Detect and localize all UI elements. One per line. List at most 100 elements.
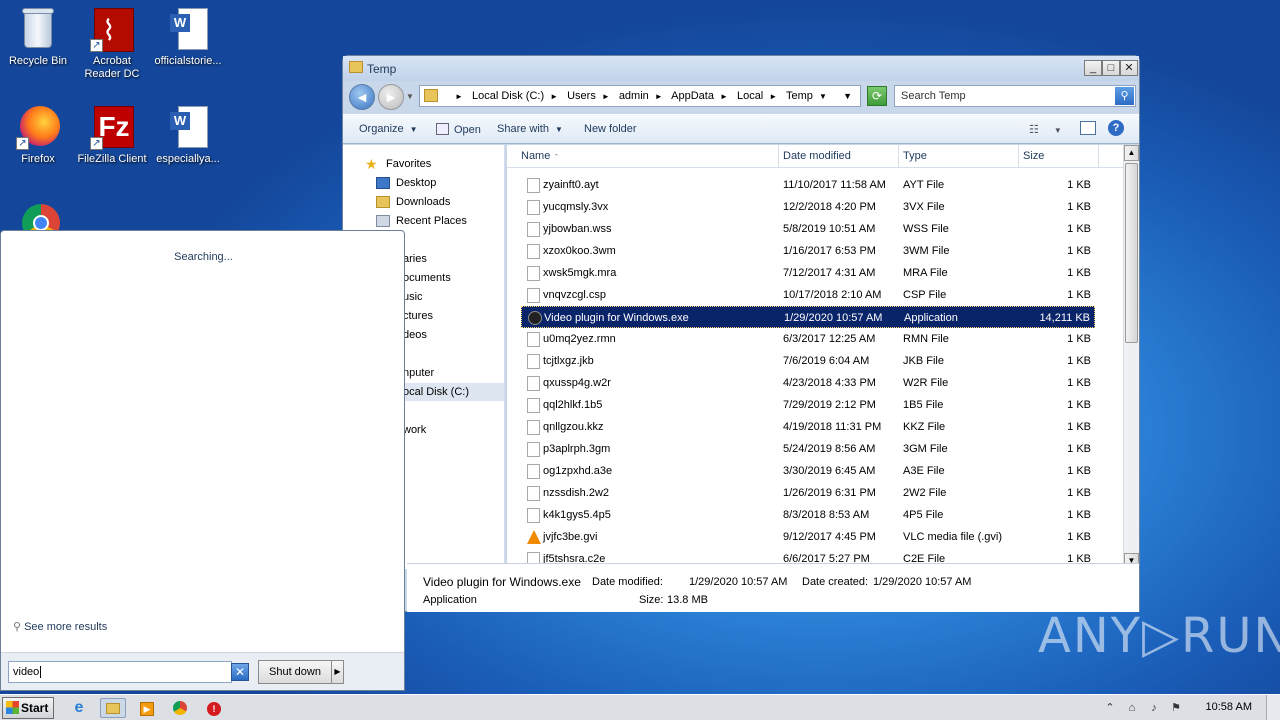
desktop-icon-label: officialstorie... <box>154 55 222 67</box>
see-more-results-link[interactable]: ⚲ See more results <box>13 620 107 633</box>
file-row[interactable]: Video plugin for Windows.exe 1/29/2020 10… <box>521 306 1095 328</box>
organize-button[interactable]: Organize ▼ <box>359 123 418 135</box>
file-row[interactable]: xwsk5mgk.mra 7/12/2017 4:31 AM MRA File 1 K… <box>521 262 1095 284</box>
action-center-flag-icon[interactable]: ⚑ <box>1168 700 1184 716</box>
back-button[interactable]: ◄ <box>349 84 375 110</box>
column-header-type[interactable]: Type <box>899 145 1019 168</box>
file-icon <box>527 222 540 237</box>
file-row[interactable]: vnqvzcgl.csp 10/17/2018 2:10 AM CSP File 1 … <box>521 284 1095 306</box>
help-icon[interactable]: ? <box>1108 120 1124 136</box>
minimize-button[interactable]: _ <box>1084 60 1102 76</box>
nav-recent-places[interactable]: Recent Places <box>343 212 504 230</box>
title-bar[interactable]: Temp _ □ ✕ <box>343 56 1139 81</box>
column-header-name[interactable]: Name ⌃ <box>507 145 779 168</box>
file-row[interactable]: jvjfc3be.gvi 9/12/2017 4:45 PM VLC media f… <box>521 526 1095 548</box>
file-icon <box>527 178 540 193</box>
breadcrumb-local[interactable]: Local <box>737 90 763 102</box>
desktop-icon-word-doc-2[interactable]: W especiallya... <box>150 104 226 166</box>
scroll-thumb[interactable] <box>1125 163 1138 343</box>
nav-desktop[interactable]: Desktop <box>343 174 504 192</box>
search-icon[interactable]: ⚲ <box>1115 87 1134 105</box>
speaker-icon[interactable]: ♪ <box>1146 700 1162 716</box>
file-row[interactable]: xzox0koo.3wm 1/16/2017 6:53 PM 3WM File 1 K… <box>521 240 1095 262</box>
file-date: 1/16/2017 6:53 PM <box>783 245 876 257</box>
clock[interactable]: 10:58 AM <box>1206 701 1252 713</box>
preview-pane-icon[interactable] <box>1080 121 1096 135</box>
breadcrumb-temp[interactable]: Temp <box>786 90 813 102</box>
file-size: 1 KB <box>1067 245 1091 257</box>
file-row[interactable]: yucqmsly.3vx 12/2/2018 4:20 PM 3VX File 1 K… <box>521 196 1095 218</box>
column-header-date[interactable]: Date modified <box>779 145 899 168</box>
file-name: qql2hlkf.1b5 <box>543 399 603 411</box>
forward-button[interactable]: ► <box>378 84 404 110</box>
desktop-icon-filezilla[interactable]: Fz ↗ FileZilla Client <box>74 104 150 166</box>
shutdown-options-button[interactable]: ▶ <box>331 660 344 684</box>
refresh-button[interactable]: ⟳ <box>867 86 887 106</box>
details-date-modified: 1/29/2020 10:57 AM <box>689 576 788 588</box>
file-size: 1 KB <box>1067 333 1091 345</box>
show-desktop-button[interactable] <box>1266 695 1280 720</box>
media-player-icon[interactable]: ▶ <box>134 698 160 718</box>
shutdown-button[interactable]: Shut down <box>258 660 332 684</box>
column-header-size[interactable]: Size <box>1019 145 1099 168</box>
recent-pages-dropdown[interactable]: ▼ <box>406 92 414 101</box>
file-type: CSP File <box>903 289 947 301</box>
details-size: 13.8 MB <box>667 594 708 606</box>
file-row[interactable]: nzssdish.2w2 1/26/2019 6:31 PM 2W2 File 1 K… <box>521 482 1095 504</box>
file-name: qxussp4g.w2r <box>543 377 611 389</box>
view-options-icon[interactable]: ☷ ▼ <box>1029 123 1062 136</box>
internet-explorer-icon[interactable]: e <box>66 698 92 718</box>
nav-favorites[interactable]: ★ Favorites <box>343 155 504 173</box>
file-size: 14,211 KB <box>1039 312 1090 324</box>
word-document-icon: W <box>166 104 210 150</box>
desktop-icon-firefox[interactable]: ↗ Firefox <box>0 104 76 166</box>
start-button[interactable]: Start <box>2 697 54 719</box>
open-button[interactable]: Open <box>436 123 481 136</box>
file-row[interactable]: u0mq2yez.rmn 6/3/2017 12:25 AM RMN File 1 K… <box>521 328 1095 350</box>
new-folder-button[interactable]: New folder <box>584 123 637 135</box>
file-row[interactable]: zyainft0.ayt 11/10/2017 11:58 AM AYT File 1… <box>521 174 1095 196</box>
file-size: 1 KB <box>1067 201 1091 213</box>
address-bar[interactable]: ► Local Disk (C:) ► Users ► admin ► AppData… <box>419 85 861 107</box>
desktop-icon-recycle-bin[interactable]: Recycle Bin <box>0 6 76 68</box>
show-hidden-icons-button[interactable]: ⌃ <box>1102 700 1118 716</box>
vertical-scrollbar[interactable]: ▲ ▼ <box>1123 145 1139 569</box>
close-button[interactable]: ✕ <box>1120 60 1138 76</box>
file-date: 9/12/2017 4:45 PM <box>783 531 876 543</box>
file-row[interactable]: k4k1gys5.4p5 8/3/2018 8:53 AM 4P5 File 1 KB <box>521 504 1095 526</box>
desktop-icon-label: Acrobat Reader DC <box>84 55 140 80</box>
chrome-icon[interactable] <box>167 698 193 718</box>
clear-search-button[interactable]: ✕ <box>231 663 249 681</box>
file-icon <box>527 200 540 215</box>
explorer-icon[interactable] <box>100 698 126 718</box>
file-row[interactable]: qnllgzou.kkz 4/19/2018 11:31 PM KKZ File 1 … <box>521 416 1095 438</box>
nav-downloads[interactable]: Downloads <box>343 193 504 211</box>
open-icon <box>436 123 449 135</box>
share-with-button[interactable]: Share with ▼ <box>497 123 563 135</box>
desktop-icon-acrobat[interactable]: ⌇ ↗ Acrobat Reader DC <box>74 6 150 81</box>
file-row[interactable]: og1zpxhd.a3e 3/30/2019 6:45 AM A3E File 1 K… <box>521 460 1095 482</box>
maximize-button[interactable]: □ <box>1102 60 1120 76</box>
file-row[interactable]: p3aplrph.3gm 5/24/2019 8:56 AM 3GM File 1 K… <box>521 438 1095 460</box>
opera-icon[interactable]: ! <box>201 698 227 718</box>
address-dropdown[interactable]: ▼ <box>843 86 852 106</box>
file-size: 1 KB <box>1067 179 1091 191</box>
breadcrumb-appdata[interactable]: AppData <box>671 90 714 102</box>
file-icon <box>527 442 540 457</box>
network-icon[interactable]: ⌂ <box>1124 700 1140 716</box>
breadcrumb-admin[interactable]: admin <box>619 90 649 102</box>
file-row[interactable]: yjbowban.wss 5/8/2019 10:51 AM WSS File 1 K… <box>521 218 1095 240</box>
start-menu-bottom-bar: video ✕ Shut down ▶ <box>1 652 404 690</box>
file-row[interactable]: qxussp4g.w2r 4/23/2018 4:33 PM W2R File 1 K… <box>521 372 1095 394</box>
breadcrumb-local-disk[interactable]: Local Disk (C:) <box>472 90 544 102</box>
file-row[interactable]: qql2hlkf.1b5 7/29/2019 2:12 PM 1B5 File 1 K… <box>521 394 1095 416</box>
search-status: Searching... <box>174 251 233 263</box>
start-search-input[interactable]: video <box>8 661 232 683</box>
folder-icon <box>424 89 438 102</box>
scroll-up-button[interactable]: ▲ <box>1124 145 1139 161</box>
search-input[interactable]: Search Temp ⚲ <box>894 85 1136 107</box>
file-date: 7/29/2019 2:12 PM <box>783 399 876 411</box>
desktop-icon-word-doc-1[interactable]: W officialstorie... <box>150 6 226 68</box>
breadcrumb-users[interactable]: Users <box>567 90 596 102</box>
file-row[interactable]: tcjtlxgz.jkb 7/6/2019 6:04 AM JKB File 1 KB <box>521 350 1095 372</box>
